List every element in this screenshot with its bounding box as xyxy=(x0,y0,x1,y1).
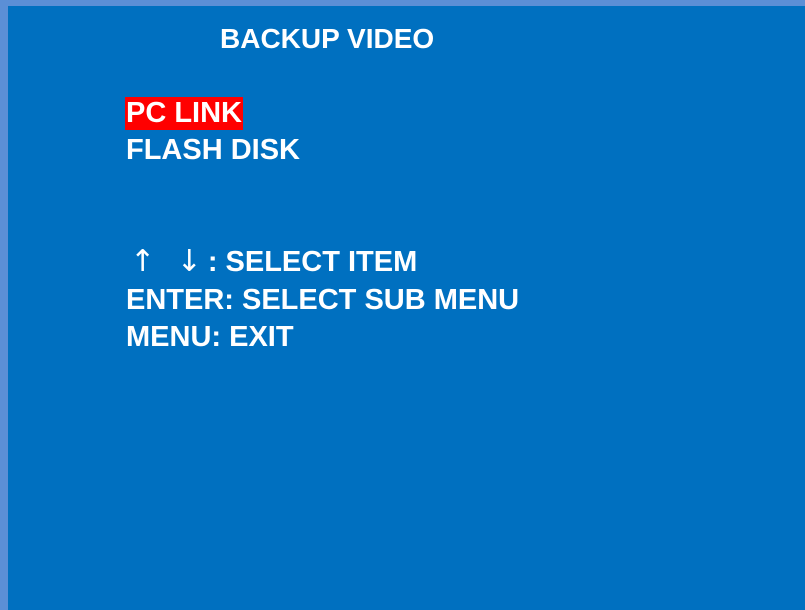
up-down-arrows-icon: ↑ ↓ xyxy=(130,244,208,279)
help-enter-submenu: ENTER: SELECT SUB MENU xyxy=(126,284,520,316)
help-select-item-text: : SELECT ITEM xyxy=(207,246,418,278)
help-select-item: ↑ ↓: SELECT ITEM xyxy=(126,244,417,280)
screen-title: BACKUP VIDEO xyxy=(220,23,435,54)
menu-item-pc-link[interactable]: PC LINK xyxy=(125,97,243,130)
backup-video-screen: BACKUP VIDEO PC LINK FLASH DISK ↑ ↓: SEL… xyxy=(0,0,805,610)
menu-item-flash-disk[interactable]: FLASH DISK xyxy=(125,134,301,167)
help-menu-exit: MENU: EXIT xyxy=(126,321,294,353)
